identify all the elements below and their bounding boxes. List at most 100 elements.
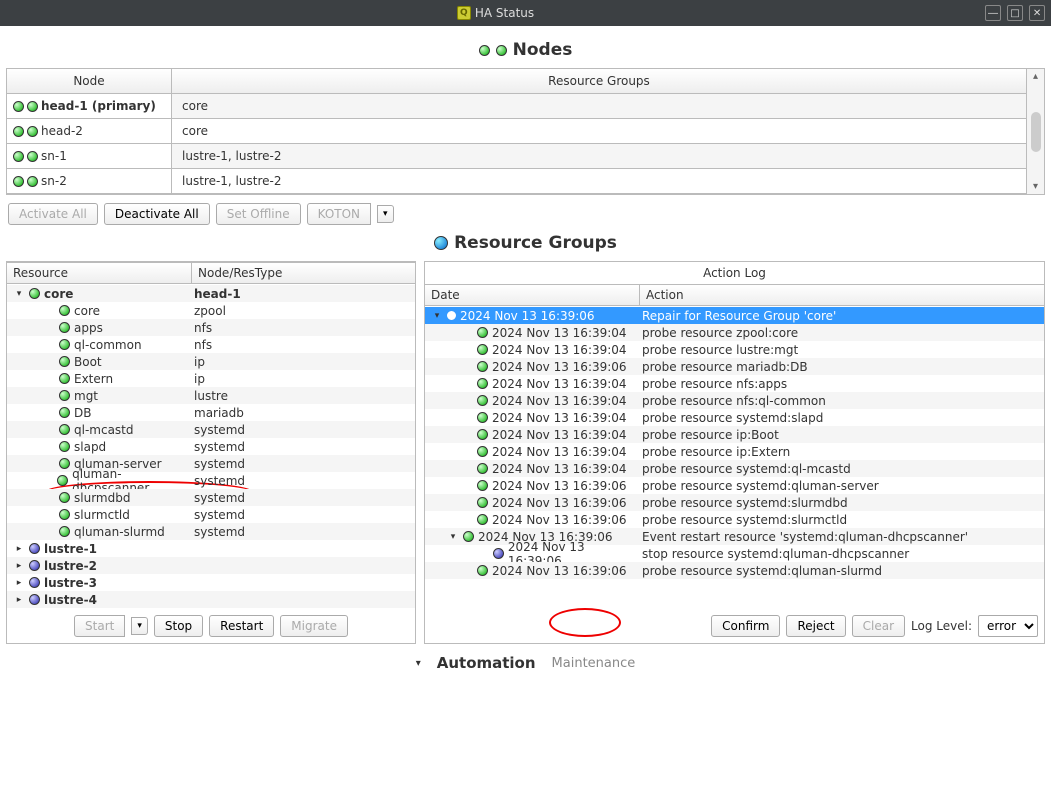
log-date: 2024 Nov 13 16:39:04 [492, 462, 627, 476]
minimize-button[interactable]: ― [985, 5, 1001, 21]
log-row[interactable]: 2024 Nov 13 16:39:06 probe resource syst… [425, 562, 1044, 579]
status-icon [477, 463, 488, 474]
scroll-down-icon[interactable]: ▾ [1033, 181, 1038, 192]
migrate-button[interactable]: Migrate [280, 615, 348, 637]
resource-type: ip [194, 372, 413, 386]
scroll-thumb[interactable] [1031, 112, 1041, 152]
expand-icon[interactable]: ▸ [13, 561, 25, 571]
resource-name: slurmdbd [74, 491, 130, 505]
resource-type: systemd [194, 440, 413, 454]
expand-icon[interactable]: ▾ [13, 289, 25, 299]
log-date: 2024 Nov 13 16:39:06 [492, 496, 627, 510]
status-icon [59, 492, 70, 503]
resource-type: systemd [194, 457, 413, 471]
resource-name: qluman-slurmd [74, 525, 165, 539]
log-date: 2024 Nov 13 16:39:04 [492, 411, 627, 425]
log-row[interactable]: 2024 Nov 13 16:39:04 probe resource ip:B… [425, 426, 1044, 443]
resource-row[interactable]: ▸ lustre-2 [7, 557, 415, 574]
log-row[interactable]: 2024 Nov 13 16:39:06 probe resource mari… [425, 358, 1044, 375]
resource-type: systemd [194, 474, 413, 488]
resource-row[interactable]: apps nfs [7, 319, 415, 336]
status-icon [29, 543, 40, 554]
koton-dropdown[interactable]: ▾ [377, 205, 394, 223]
expand-icon[interactable]: ▸ [13, 595, 25, 605]
deactivate-all-button[interactable]: Deactivate All [104, 203, 210, 225]
chevron-down-icon[interactable]: ▾ [416, 658, 421, 669]
stop-button[interactable]: Stop [154, 615, 203, 637]
status-icon [59, 509, 70, 520]
start-button[interactable]: Start [74, 615, 125, 637]
log-row[interactable]: 2024 Nov 13 16:39:06 probe resource syst… [425, 477, 1044, 494]
log-row[interactable]: 2024 Nov 13 16:39:06 stop resource syste… [425, 545, 1044, 562]
status-icon [13, 101, 24, 112]
restart-button[interactable]: Restart [209, 615, 274, 637]
expand-icon[interactable]: ▸ [13, 578, 25, 588]
resource-row[interactable]: core zpool [7, 302, 415, 319]
nodes-scrollbar[interactable]: ▴ ▾ [1026, 69, 1044, 194]
maintenance-label[interactable]: Maintenance [552, 656, 636, 671]
log-row[interactable]: 2024 Nov 13 16:39:04 probe resource lust… [425, 341, 1044, 358]
status-icon [13, 151, 24, 162]
resource-name: slapd [74, 440, 106, 454]
resource-row[interactable]: ql-common nfs [7, 336, 415, 353]
resource-row[interactable]: ql-mcastd systemd [7, 421, 415, 438]
resource-row[interactable]: DB mariadb [7, 404, 415, 421]
status-icon [59, 526, 70, 537]
activate-all-button[interactable]: Activate All [8, 203, 98, 225]
resource-name: apps [74, 321, 103, 335]
resource-row[interactable]: ▸ lustre-4 [7, 591, 415, 608]
resource-row[interactable]: ▸ lustre-1 [7, 540, 415, 557]
log-row[interactable]: 2024 Nov 13 16:39:04 probe resource syst… [425, 460, 1044, 477]
node-name: sn-2 [41, 174, 67, 188]
log-row[interactable]: 2024 Nov 13 16:39:06 probe resource syst… [425, 494, 1044, 511]
resource-row[interactable]: qluman-slurmd systemd [7, 523, 415, 540]
expand-icon[interactable]: ▸ [13, 544, 25, 554]
nodes-row[interactable]: sn-1 lustre-1, lustre-2 [7, 144, 1026, 169]
node-rg: lustre-1, lustre-2 [172, 169, 1026, 193]
resource-row[interactable]: slurmdbd systemd [7, 489, 415, 506]
resource-row[interactable]: qluman-dhcpscanner systemd [7, 472, 415, 489]
log-row[interactable]: 2024 Nov 13 16:39:04 probe resource nfs:… [425, 392, 1044, 409]
resource-groups-title: Resource Groups [6, 233, 1045, 253]
status-icon [57, 475, 68, 486]
nodes-row[interactable]: head-2 core [7, 119, 1026, 144]
confirm-button[interactable]: Confirm [711, 615, 780, 637]
log-date: 2024 Nov 13 16:39:06 [492, 513, 627, 527]
status-icon [477, 378, 488, 389]
log-row[interactable]: 2024 Nov 13 16:39:04 probe resource nfs:… [425, 375, 1044, 392]
resource-row[interactable]: slapd systemd [7, 438, 415, 455]
koton-button[interactable]: KOTON [307, 203, 371, 225]
log-row[interactable]: 2024 Nov 13 16:39:06 probe resource syst… [425, 511, 1044, 528]
resource-row[interactable]: ▾ core head-1 [7, 285, 415, 302]
nodes-row[interactable]: sn-2 lustre-1, lustre-2 [7, 169, 1026, 194]
scroll-up-icon[interactable]: ▴ [1033, 71, 1038, 82]
reject-button[interactable]: Reject [786, 615, 845, 637]
log-header-action: Action [640, 285, 1044, 305]
resource-name: lustre-2 [44, 559, 97, 573]
log-row[interactable]: 2024 Nov 13 16:39:04 probe resource zpoo… [425, 324, 1044, 341]
log-row[interactable]: 2024 Nov 13 16:39:04 probe resource ip:E… [425, 443, 1044, 460]
expand-icon[interactable]: ▾ [431, 311, 443, 321]
resource-type: lustre [194, 389, 413, 403]
resource-row[interactable]: slurmctld systemd [7, 506, 415, 523]
close-button[interactable]: ✕ [1029, 5, 1045, 21]
maximize-button[interactable]: □ [1007, 5, 1023, 21]
node-name: head-2 [41, 124, 83, 138]
nodes-row[interactable]: head-1 (primary) core [7, 94, 1026, 119]
status-icon [29, 560, 40, 571]
automation-label[interactable]: Automation [437, 654, 536, 672]
set-offline-button[interactable]: Set Offline [216, 203, 301, 225]
clear-button[interactable]: Clear [852, 615, 905, 637]
resource-row[interactable]: Boot ip [7, 353, 415, 370]
log-action: probe resource systemd:qluman-slurmd [642, 564, 1042, 578]
start-dropdown[interactable]: ▾ [131, 617, 148, 635]
resource-type: head-1 [194, 287, 413, 301]
log-level-select[interactable]: error [978, 615, 1038, 637]
log-action: probe resource zpool:core [642, 326, 1042, 340]
log-row[interactable]: 2024 Nov 13 16:39:04 probe resource syst… [425, 409, 1044, 426]
resource-row[interactable]: ▸ lustre-3 [7, 574, 415, 591]
resource-row[interactable]: mgt lustre [7, 387, 415, 404]
resource-row[interactable]: Extern ip [7, 370, 415, 387]
log-row[interactable]: ▾ 2024 Nov 13 16:39:06 Repair for Resour… [425, 307, 1044, 324]
action-log-panel: Action Log Date Action ▾ 2024 Nov 13 16:… [424, 261, 1045, 644]
